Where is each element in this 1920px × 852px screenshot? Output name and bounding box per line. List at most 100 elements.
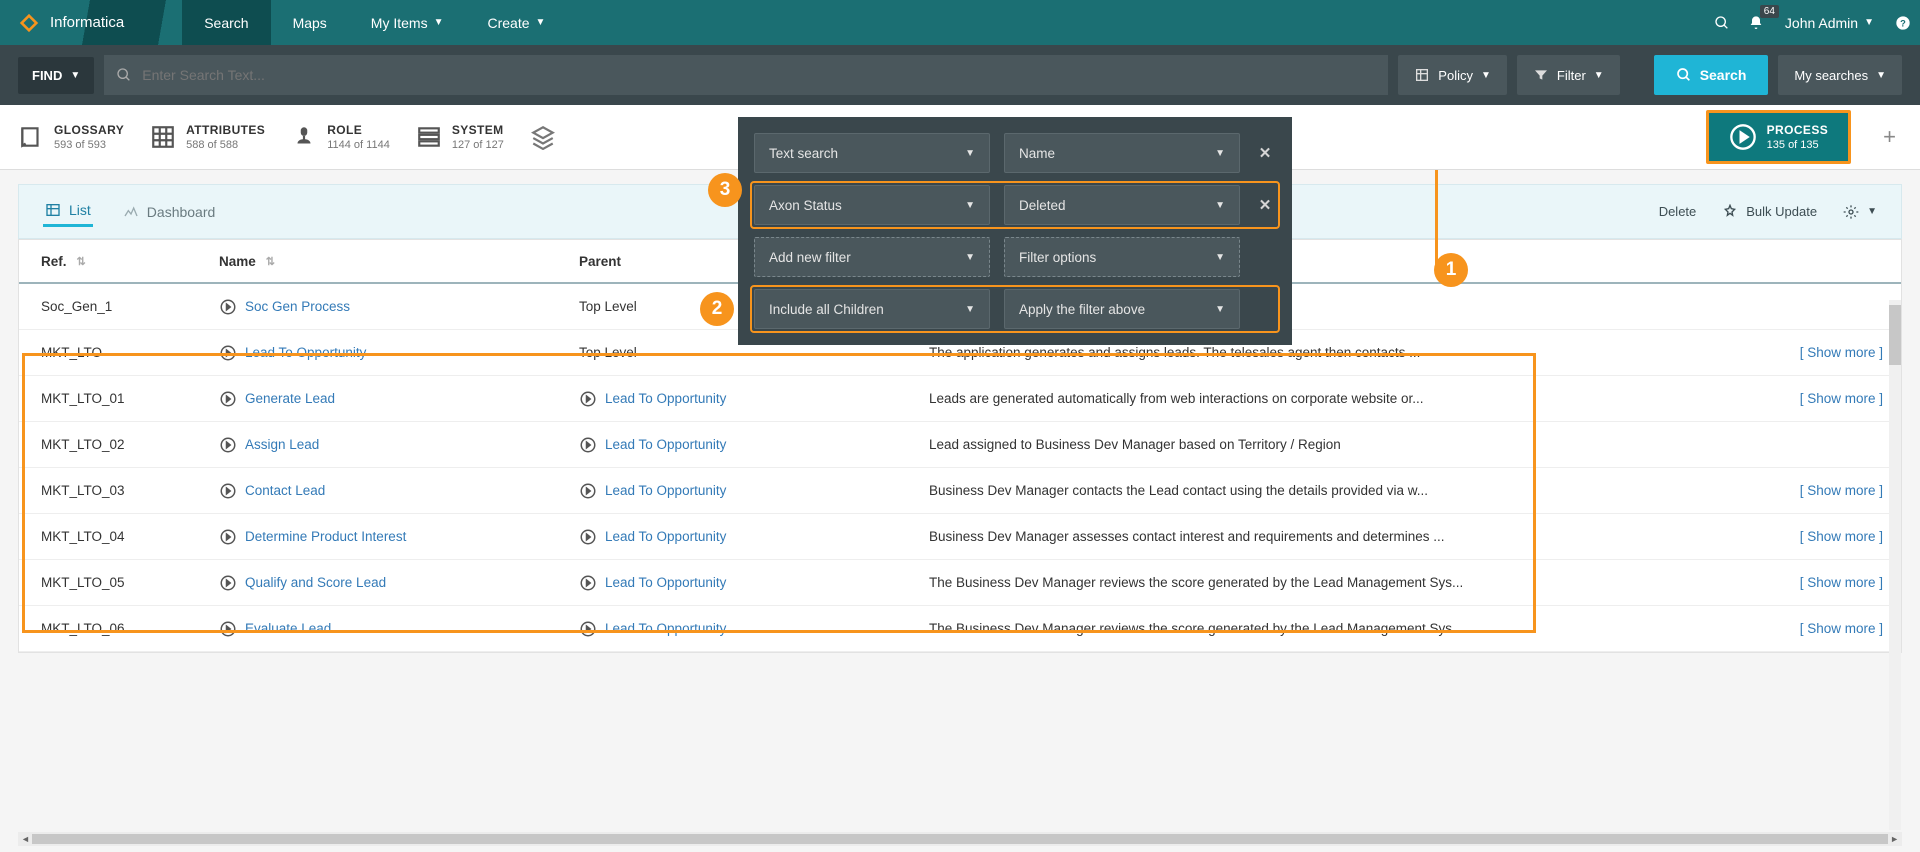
bulk-icon (1722, 204, 1738, 220)
top-nav: Informatica Search Maps My Items▼ Create… (0, 0, 1920, 45)
tab-dashboard-label: Dashboard (147, 204, 216, 220)
add-filter-select[interactable]: Add new filter▼ (754, 237, 990, 277)
row-name-link[interactable]: Determine Product Interest (219, 528, 406, 546)
global-search-icon[interactable] (1705, 15, 1739, 31)
gear-icon (1843, 204, 1859, 220)
filter-type-select[interactable]: Axon Status ▼ (754, 185, 990, 225)
search-icon (116, 67, 132, 83)
process-row-icon (219, 482, 237, 500)
filter-value-select[interactable]: Name▼ (1004, 133, 1240, 173)
nav-myitems[interactable]: My Items▼ (349, 0, 466, 45)
chevron-down-icon: ▼ (965, 200, 975, 211)
filter-panel: Text search▼ Name▼ ✕ Axon Status ▼ Delete… (738, 117, 1292, 345)
role-icon (291, 124, 317, 150)
nav-search-label: Search (204, 15, 248, 31)
facet-count: 127 of 127 (452, 139, 504, 151)
settings-gear[interactable]: ▼ (1843, 204, 1877, 220)
list-icon (45, 202, 61, 218)
scrollbar-thumb[interactable] (1889, 305, 1901, 365)
nav-maps[interactable]: Maps (271, 0, 349, 45)
filter-select-label: Deleted (1019, 198, 1066, 213)
brand-text: Informatica (50, 14, 124, 31)
attributes-icon (150, 124, 176, 150)
chevron-down-icon: ▼ (965, 252, 975, 263)
parent-link[interactable]: Lead To Opportunity (579, 436, 929, 454)
nav-wedge (142, 0, 182, 45)
process-row-icon (219, 344, 237, 362)
facet-system[interactable]: SYSTEM127 of 127 (416, 123, 504, 151)
row-name-link[interactable]: Contact Lead (219, 482, 325, 500)
apply-filter-select[interactable]: Apply the filter above▼ (1004, 289, 1240, 329)
my-searches-button[interactable]: My searches▼ (1778, 55, 1902, 95)
svg-text:?: ? (1900, 18, 1906, 28)
user-name: John Admin (1785, 15, 1858, 31)
show-more-link[interactable]: [ Show more ] (1800, 529, 1883, 544)
horizontal-scrollbar[interactable] (18, 832, 1902, 846)
parent-link[interactable]: Lead To Opportunity (579, 528, 929, 546)
notif-badge: 64 (1760, 5, 1779, 18)
filter-type-select[interactable]: Text search▼ (754, 133, 990, 173)
annotation-3: 3 (708, 173, 742, 207)
filter-options-select[interactable]: Filter options▼ (1004, 237, 1240, 277)
facet-layers[interactable] (530, 124, 556, 150)
chevron-down-icon: ▼ (434, 17, 444, 28)
notifications-icon[interactable]: 64 (1739, 15, 1773, 31)
search-button[interactable]: Search (1654, 55, 1769, 95)
parent-link[interactable]: Lead To Opportunity (579, 574, 929, 592)
show-more-link[interactable]: [ Show more ] (1800, 575, 1883, 590)
row-name-link[interactable]: Soc Gen Process (219, 298, 350, 316)
tab-list[interactable]: List (43, 196, 93, 227)
col-name[interactable]: Name⇅ (219, 254, 579, 269)
row-name-link[interactable]: Qualify and Score Lead (219, 574, 386, 592)
facet-count: 135 of 135 (1767, 139, 1828, 151)
facet-attributes[interactable]: ATTRIBUTES588 of 588 (150, 123, 265, 151)
parent-link[interactable]: Lead To Opportunity (579, 390, 929, 408)
table-row: MKT_LTO_04Determine Product InterestLead… (19, 514, 1901, 560)
remove-filter-icon[interactable]: ✕ (1254, 196, 1276, 214)
table-row: MKT_LTO_06Evaluate LeadLead To Opportuni… (19, 606, 1901, 652)
facet-role[interactable]: ROLE1144 of 1144 (291, 123, 390, 151)
filter-button[interactable]: Filter▼ (1517, 55, 1620, 95)
brand[interactable]: Informatica (0, 0, 142, 45)
find-button[interactable]: FIND▼ (18, 57, 94, 94)
include-children-select[interactable]: Include all Children▼ (754, 289, 990, 329)
filter-row-axon-status: Axon Status ▼ Deleted▼ ✕ (752, 183, 1278, 227)
process-row-icon (219, 528, 237, 546)
process-row-icon (579, 528, 597, 546)
chevron-down-icon: ▼ (965, 304, 975, 315)
col-ref[interactable]: Ref.⇅ (19, 254, 219, 269)
row-name-link[interactable]: Evaluate Lead (219, 620, 331, 638)
show-more-link[interactable]: [ Show more ] (1800, 483, 1883, 498)
vertical-scrollbar[interactable] (1889, 300, 1901, 830)
policy-button[interactable]: Policy▼ (1398, 55, 1507, 95)
show-more-link[interactable]: [ Show more ] (1800, 391, 1883, 406)
table-row: MKT_LTO_03Contact LeadLead To Opportunit… (19, 468, 1901, 514)
bulk-update-action[interactable]: Bulk Update (1722, 204, 1817, 220)
facet-glossary[interactable]: GLOSSARY593 of 593 (18, 123, 124, 151)
nav-create[interactable]: Create▼ (465, 0, 567, 45)
filter-value-select[interactable]: Deleted▼ (1004, 185, 1240, 225)
facet-process[interactable]: PROCESS135 of 135 (1706, 110, 1851, 164)
chevron-down-icon: ▼ (1215, 304, 1225, 315)
nav-search[interactable]: Search (182, 0, 270, 45)
add-facet-button[interactable]: + (1877, 124, 1902, 150)
remove-filter-icon[interactable]: ✕ (1254, 144, 1276, 162)
show-more-link[interactable]: [ Show more ] (1800, 345, 1883, 360)
process-row-icon (219, 620, 237, 638)
system-icon (416, 124, 442, 150)
parent-link[interactable]: Lead To Opportunity (579, 620, 929, 638)
scrollbar-thumb[interactable] (32, 834, 1888, 844)
delete-action[interactable]: Delete (1659, 204, 1697, 219)
help-icon[interactable]: ? (1886, 15, 1920, 31)
process-row-icon (219, 436, 237, 454)
row-name-link[interactable]: Lead To Opportunity (219, 344, 366, 362)
row-ref: MKT_LTO_05 (19, 575, 219, 590)
row-name-link[interactable]: Assign Lead (219, 436, 319, 454)
show-more-link[interactable]: [ Show more ] (1800, 621, 1883, 636)
filter-select-label: Axon Status (769, 198, 842, 213)
tab-dashboard[interactable]: Dashboard (121, 198, 218, 226)
row-name-link[interactable]: Generate Lead (219, 390, 335, 408)
parent-link[interactable]: Lead To Opportunity (579, 482, 929, 500)
search-input[interactable] (142, 67, 1376, 83)
user-menu[interactable]: John Admin▼ (1773, 15, 1886, 31)
